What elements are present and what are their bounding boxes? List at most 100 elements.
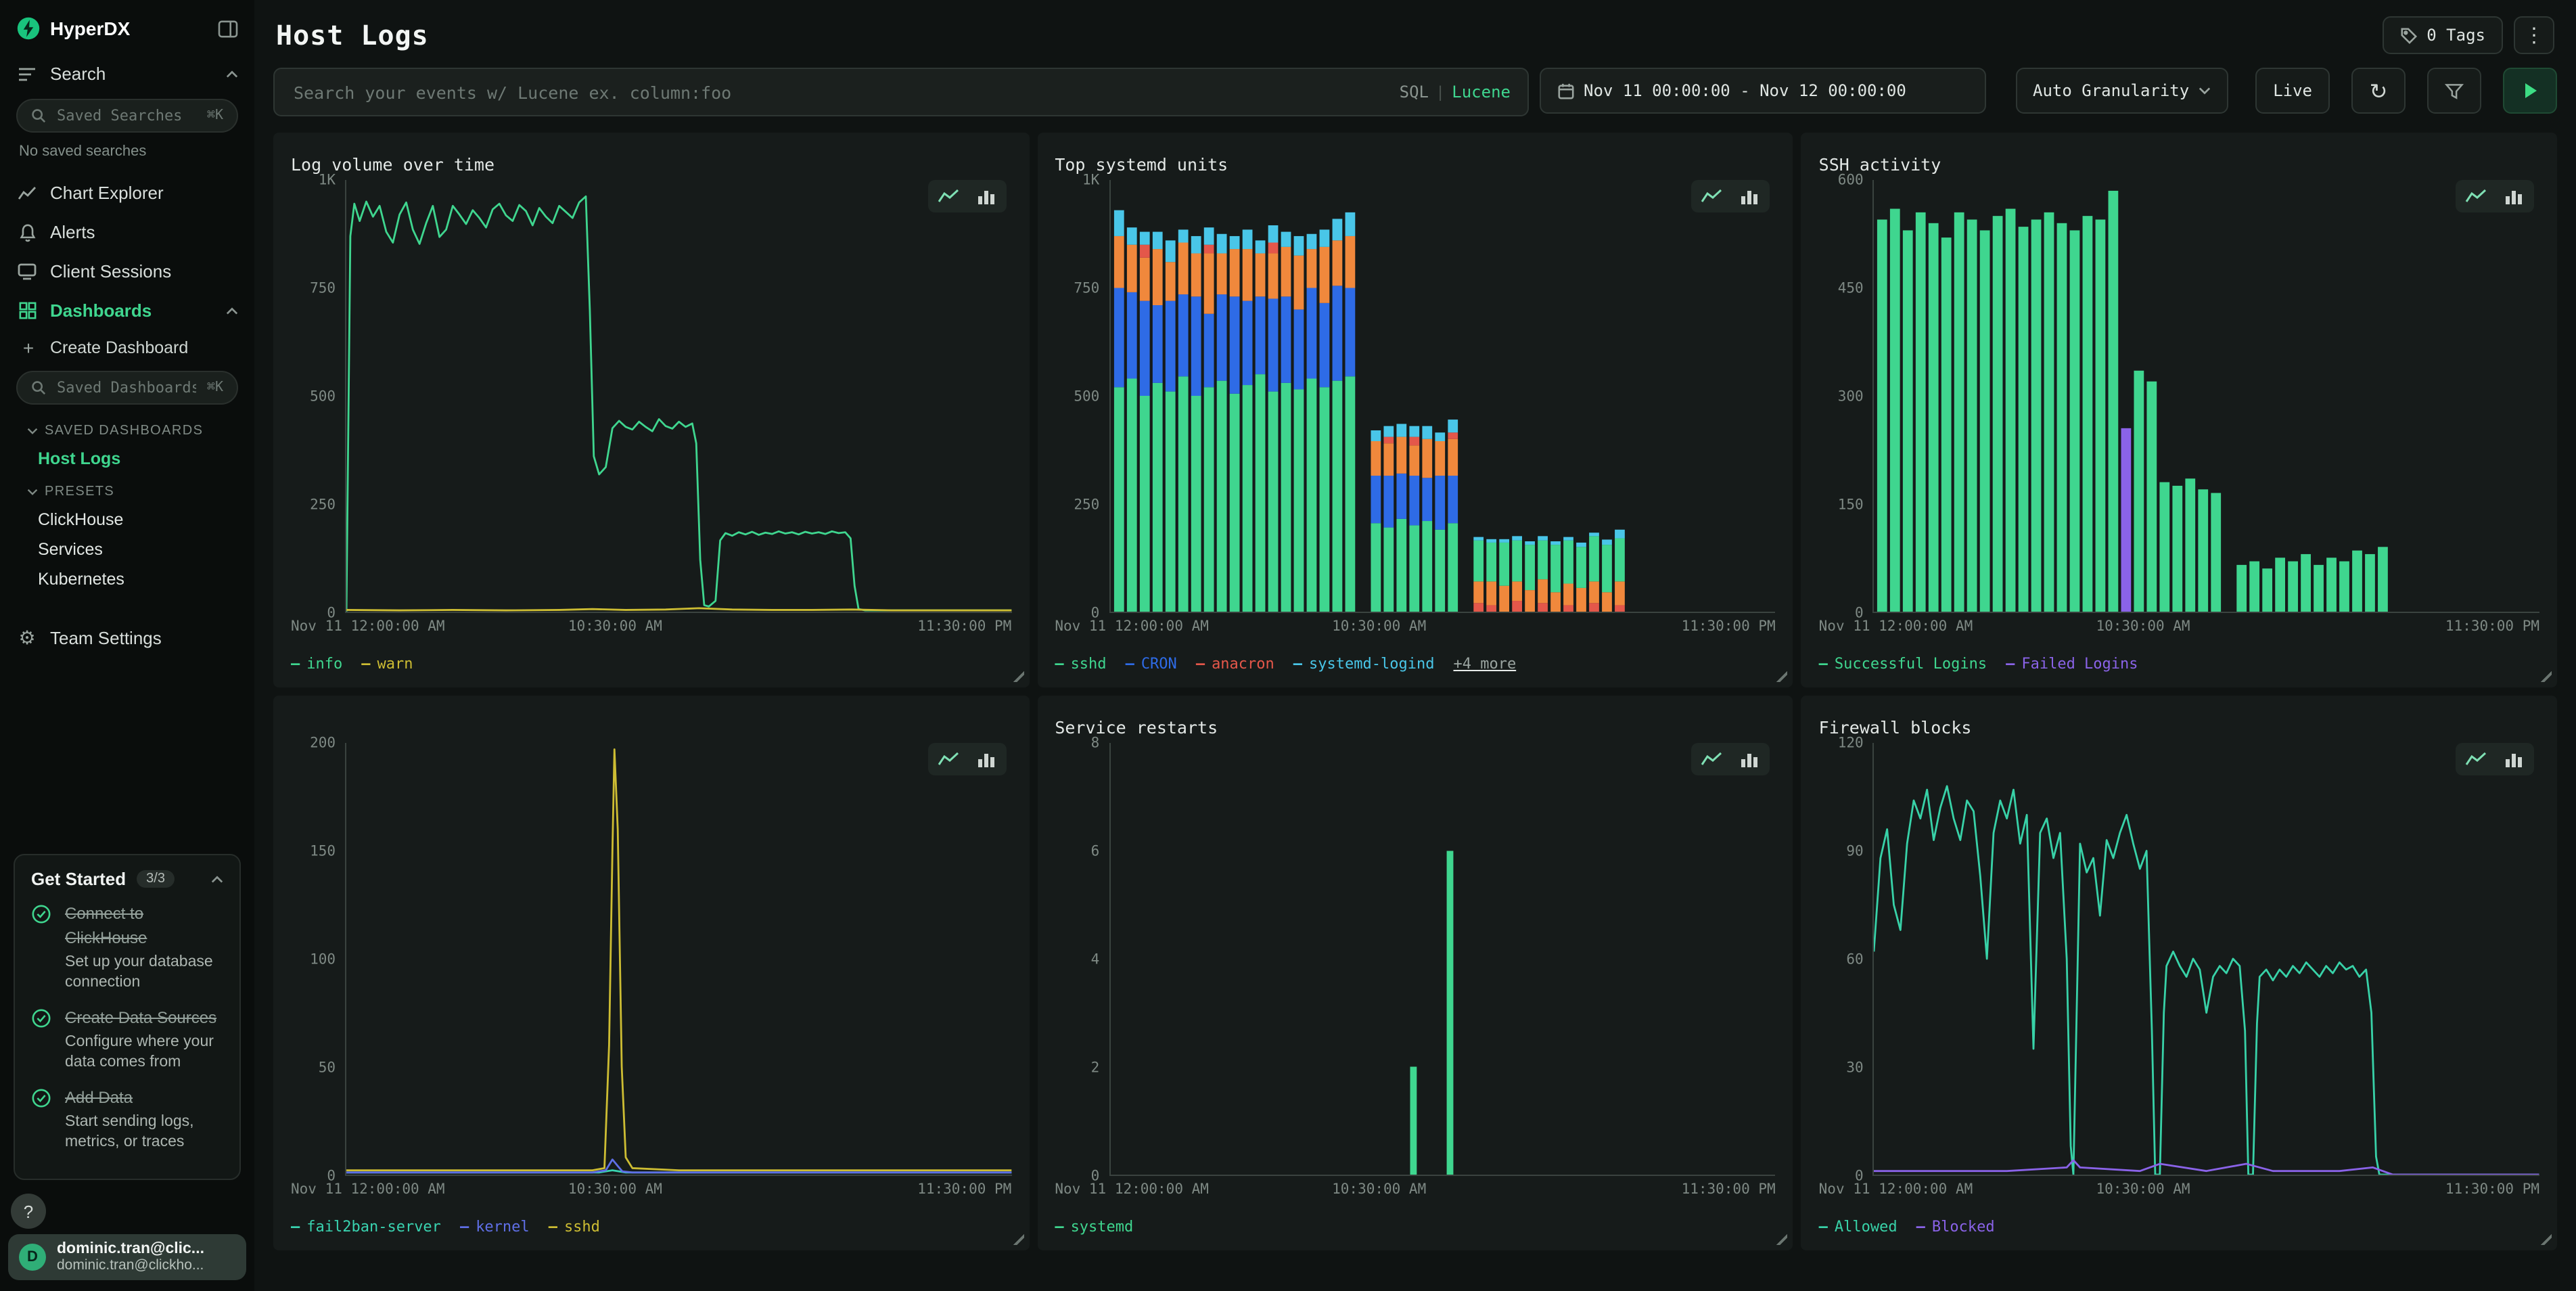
get-started-step[interactable]: Add Data Start sending logs, metrics, or… (31, 1085, 223, 1153)
time-range-picker[interactable]: Nov 11 00:00:00 - Nov 12 00:00:00 (1539, 68, 1985, 114)
event-search-input[interactable] (291, 81, 1400, 104)
sidebar-item-search[interactable]: Search (0, 54, 254, 93)
granularity-select[interactable]: Auto Granularity (2015, 68, 2228, 114)
legend-swatch: — (1055, 655, 1063, 673)
user-menu[interactable]: D dominic.tran@clic... dominic.tran@clic… (8, 1234, 246, 1280)
page-header: Host Logs 0 Tags ⋮ (273, 0, 2557, 62)
y-tick-label: 250 (310, 498, 336, 512)
resize-handle[interactable] (2539, 670, 2552, 682)
x-tick-label: Nov 11 12:00:00 AM (1819, 618, 1973, 635)
filter-button[interactable] (2427, 68, 2481, 114)
plot-area[interactable] (1109, 743, 1775, 1176)
legend-item[interactable]: —kernel (460, 1218, 530, 1236)
resize-handle[interactable] (1776, 1233, 1788, 1245)
sidebar-item-host-logs[interactable]: Host Logs (0, 444, 254, 474)
sidebar-item-client-sessions[interactable]: Client Sessions (0, 252, 254, 291)
y-tick-label: 90 (1846, 844, 1863, 859)
legend-swatch: — (1196, 655, 1205, 673)
plot-area[interactable] (1873, 743, 2539, 1176)
sql-toggle[interactable]: SQL (1400, 83, 1429, 101)
saved-searches-input[interactable] (54, 106, 199, 126)
chart-canvas[interactable] (346, 743, 1011, 1175)
sidebar-item-services[interactable]: Services (0, 535, 254, 564)
legend-item[interactable]: —info (291, 655, 342, 673)
chart-type-toggle[interactable] (1692, 180, 1770, 212)
chart-canvas[interactable] (1874, 180, 2539, 612)
legend-item[interactable]: —warn (361, 655, 413, 673)
bar-chart-icon[interactable] (971, 184, 1001, 208)
legend-item[interactable]: —Allowed (1819, 1218, 1898, 1236)
sidebar-item-alerts[interactable]: Alerts (0, 212, 254, 252)
help-button[interactable]: ? (11, 1194, 46, 1229)
x-tick-label: 10:30:00 AM (568, 1181, 662, 1198)
line-chart-icon[interactable] (1697, 184, 1727, 208)
sidebar-item-team-settings[interactable]: ⚙ Team Settings (0, 618, 254, 658)
legend-item[interactable]: —systemd (1055, 1218, 1133, 1236)
saved-dashboards-header[interactable]: SAVED DASHBOARDS (0, 413, 254, 444)
create-dashboard-button[interactable]: + Create Dashboard (0, 330, 254, 365)
line-chart-icon[interactable] (2461, 747, 2491, 771)
chevron-up-icon[interactable] (211, 876, 223, 884)
chart-type-toggle[interactable] (927, 743, 1006, 775)
event-search-bar[interactable]: SQL | Lucene (273, 68, 1528, 116)
chart-type-toggle[interactable] (2456, 743, 2534, 775)
chart-type-toggle[interactable] (927, 180, 1006, 212)
legend-item[interactable]: —Successful Logins (1819, 655, 1987, 673)
brand[interactable]: HyperDX (16, 16, 130, 41)
sidebar-item-chart-explorer[interactable]: Chart Explorer (0, 173, 254, 212)
resize-handle[interactable] (1011, 670, 1024, 682)
resize-handle[interactable] (2539, 1233, 2552, 1245)
legend-item[interactable]: —systemd-logind (1293, 655, 1435, 673)
tags-button[interactable]: 0 Tags (2382, 16, 2503, 54)
lucene-toggle[interactable]: Lucene (1452, 83, 1511, 101)
line-chart-icon[interactable] (1697, 747, 1727, 771)
chart-canvas[interactable] (1874, 743, 2539, 1175)
get-started-step[interactable]: Create Data Sources Configure where your… (31, 1006, 223, 1074)
line-chart-icon[interactable] (933, 747, 963, 771)
bar-chart-icon[interactable] (1735, 747, 1765, 771)
bar-chart-icon[interactable] (2499, 184, 2529, 208)
bar-chart-icon[interactable] (2499, 747, 2529, 771)
chart-legend: —systemd (1055, 1200, 1775, 1238)
sidebar-collapse-button[interactable] (218, 20, 238, 37)
legend-item[interactable]: —Failed Logins (2006, 655, 2138, 673)
legend-item[interactable]: —fail2ban-server (291, 1218, 441, 1236)
line-chart-icon[interactable] (933, 184, 963, 208)
chart-type-toggle[interactable] (2456, 180, 2534, 212)
legend-item[interactable]: —sshd (549, 1218, 600, 1236)
line-chart-icon[interactable] (2461, 184, 2491, 208)
saved-searches-search[interactable]: ⌘K (16, 99, 238, 133)
saved-dashboards-search[interactable]: ⌘K (16, 371, 238, 405)
chart-canvas[interactable] (346, 180, 1011, 612)
more-menu-button[interactable]: ⋮ (2514, 16, 2554, 54)
live-button[interactable]: Live (2255, 68, 2330, 114)
run-query-button[interactable] (2503, 68, 2557, 114)
plot-area[interactable] (1109, 180, 1775, 613)
resize-handle[interactable] (1776, 670, 1788, 682)
bar-chart-icon[interactable] (971, 747, 1001, 771)
plot-area[interactable] (345, 180, 1011, 613)
chart-canvas[interactable] (1110, 743, 1775, 1175)
saved-dashboards-input[interactable] (54, 378, 199, 398)
x-tick-label: 10:30:00 AM (1332, 1181, 1426, 1198)
legend-label: Allowed (1835, 1218, 1898, 1236)
sidebar-item-clickhouse[interactable]: ClickHouse (0, 505, 254, 535)
legend-item[interactable]: —Blocked (1916, 1218, 1995, 1236)
legend-item[interactable]: —sshd (1055, 655, 1106, 673)
presets-header[interactable]: PRESETS (0, 474, 254, 505)
plot-area[interactable] (345, 743, 1011, 1176)
refresh-button[interactable]: ↻ (2351, 68, 2406, 114)
chart-type-toggle[interactable] (1692, 743, 1770, 775)
legend-item[interactable]: —anacron (1196, 655, 1274, 673)
plot-area[interactable] (1873, 180, 2539, 613)
legend-item[interactable]: —CRON (1126, 655, 1177, 673)
chart-canvas[interactable] (1110, 180, 1775, 612)
sidebar-item-dashboards[interactable]: Dashboards (0, 291, 254, 330)
panel-title: Firewall blocks (1819, 717, 1972, 737)
bar-chart-icon[interactable] (1735, 184, 1765, 208)
x-tick-label: 10:30:00 AM (568, 618, 662, 635)
resize-handle[interactable] (1011, 1233, 1024, 1245)
sidebar-item-kubernetes[interactable]: Kubernetes (0, 564, 254, 594)
get-started-step[interactable]: Connect to ClickHouse Set up your databa… (31, 902, 223, 994)
legend-item[interactable]: +4 more (1453, 655, 1516, 673)
